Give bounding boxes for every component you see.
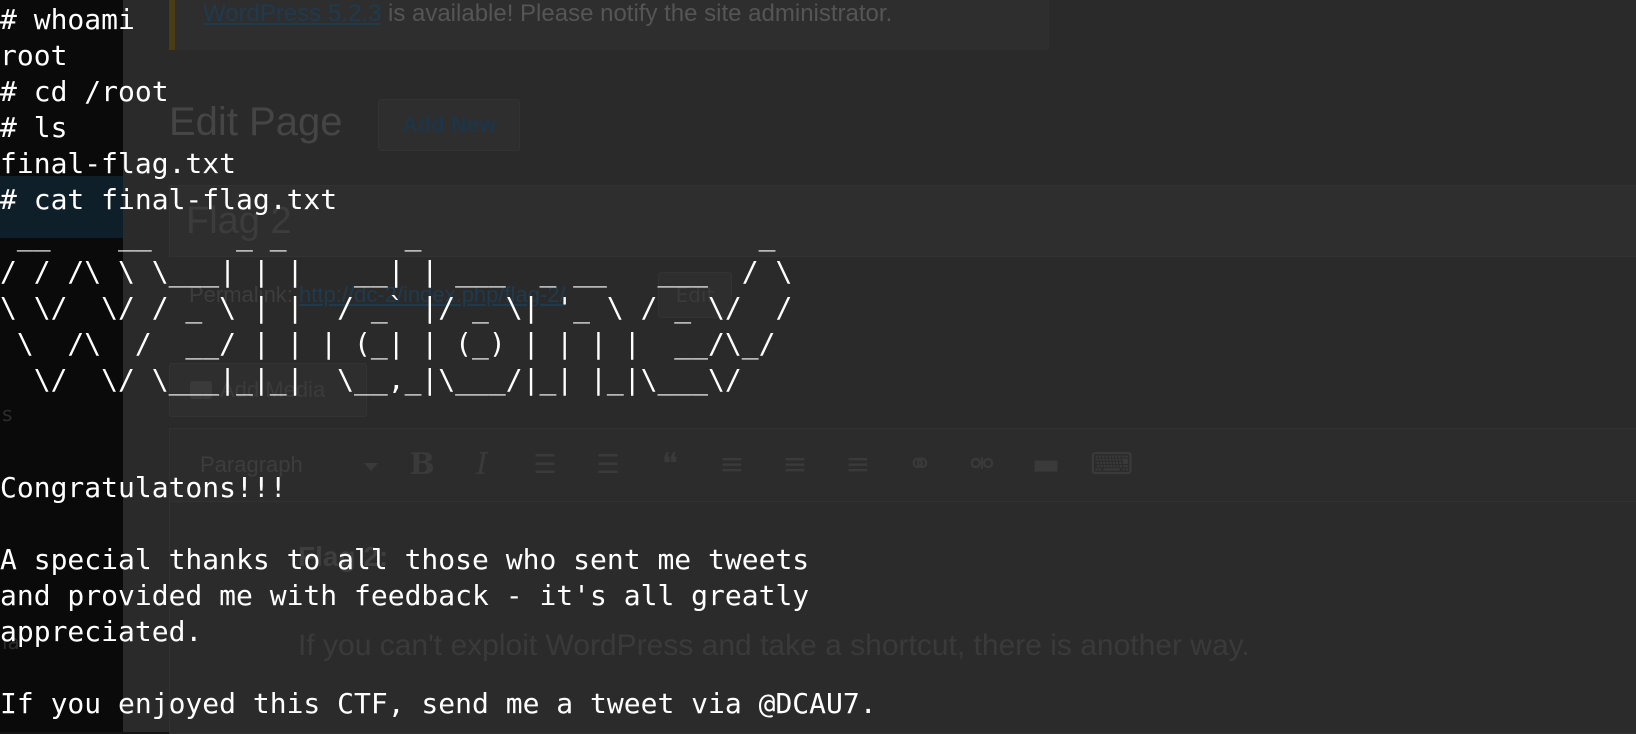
- terminal-line: If you enjoyed this CTF, send me a tweet…: [0, 687, 877, 720]
- terminal-line: # ls: [0, 111, 68, 144]
- ascii-art-line: / / /\ \ \___| | | __| | ___ _ __ ___ / …: [0, 255, 793, 288]
- terminal-line: root: [0, 39, 68, 72]
- terminal-line: appreciated.: [0, 615, 203, 648]
- terminal-line: # whoami: [0, 3, 135, 36]
- terminal-line: final-flag.txt: [0, 147, 237, 180]
- ascii-art-line: \ \/ \/ / _ \ | | / _` |/ _ \| '_ \ / _ …: [0, 291, 793, 324]
- terminal-line: A special thanks to all those who sent m…: [0, 543, 810, 576]
- ascii-art-line: \/ \/ \___|_|_| \__,_|\___/|_| |_|\___\/: [0, 363, 793, 396]
- terminal-output: # whoami root # cd /root # ls final-flag…: [0, 0, 1636, 732]
- terminal-line: and provided me with feedback - it's all…: [0, 579, 810, 612]
- ascii-art-line: __ __ _ _ _ _: [0, 219, 793, 252]
- terminal-line: # cat final-flag.txt: [0, 183, 338, 216]
- terminal-line: Congratulatons!!!: [0, 471, 287, 504]
- terminal-line: # cd /root: [0, 75, 169, 108]
- ascii-art-line: \ /\ / __/ | | | (_| | (_) | | | | __/\_…: [0, 327, 793, 360]
